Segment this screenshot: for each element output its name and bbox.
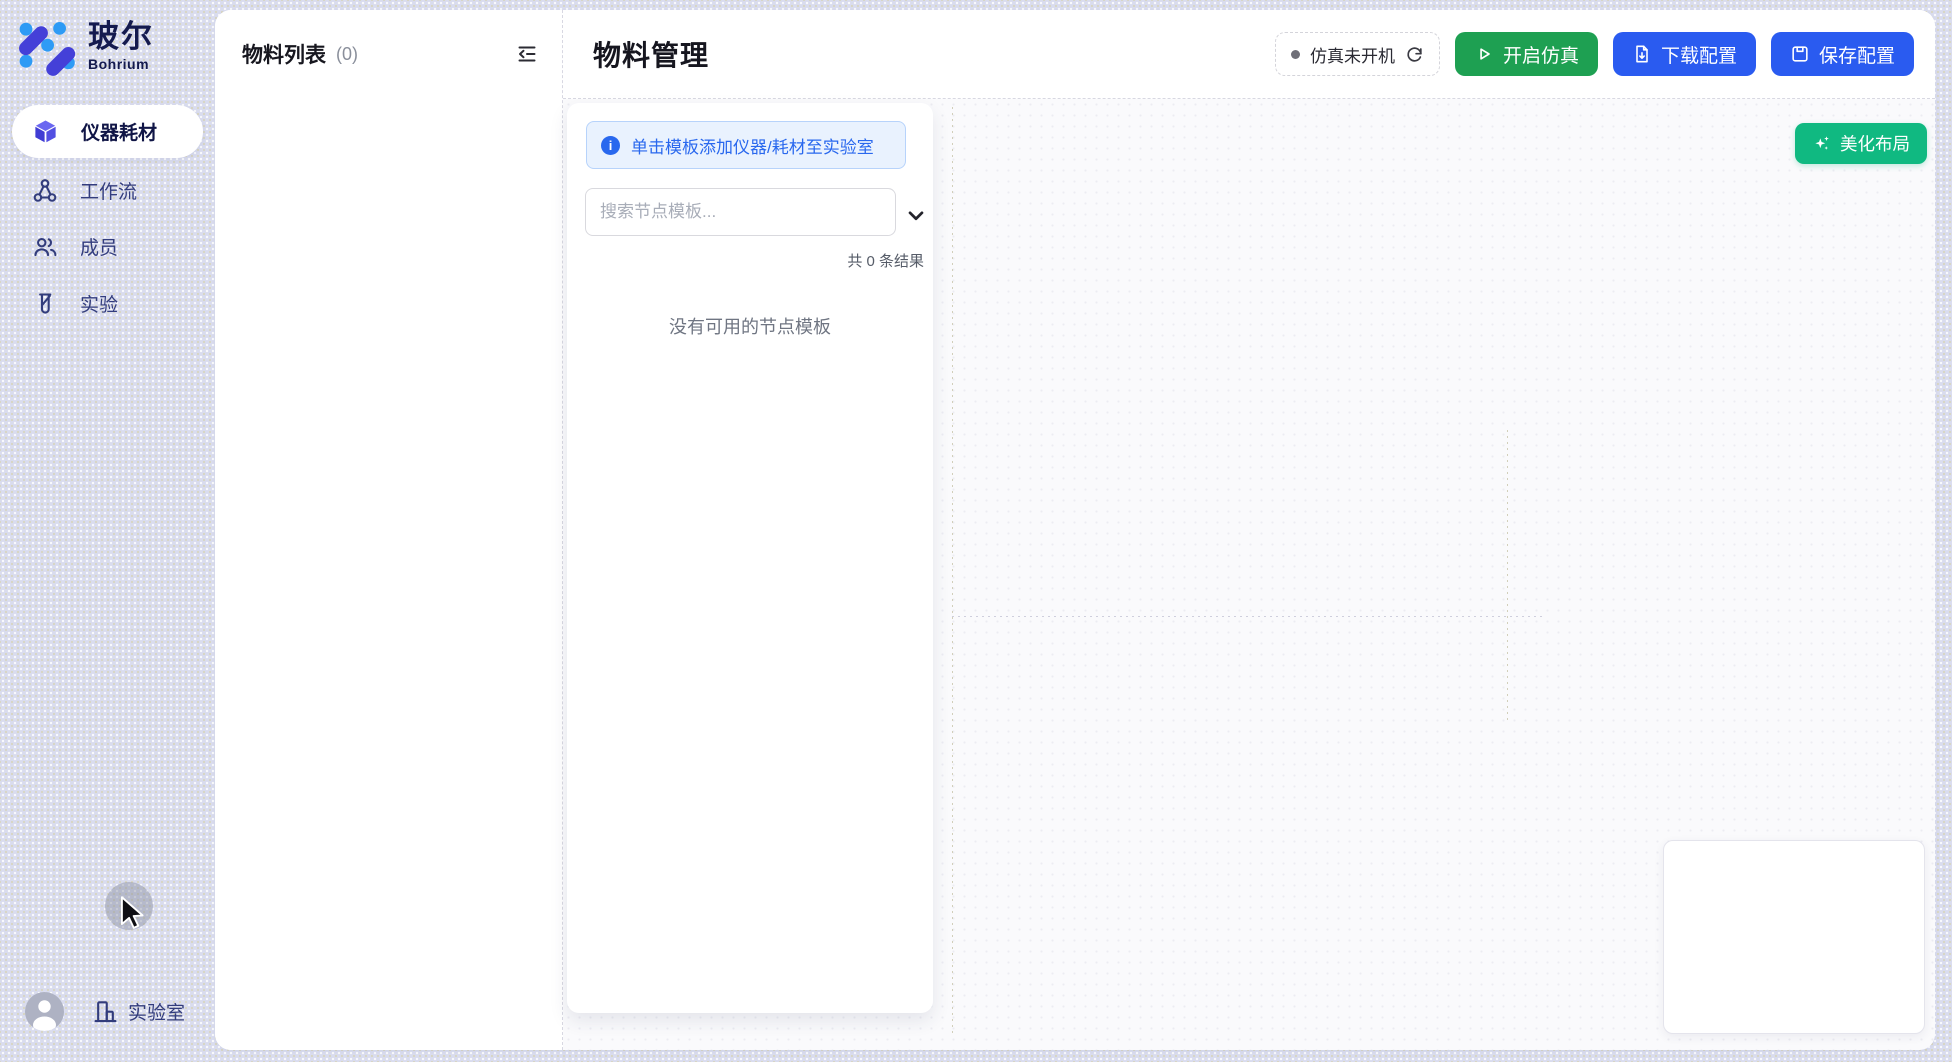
template-hint-text: 单击模板添加仪器/耗材至实验室 bbox=[631, 133, 874, 158]
page-header: 物料管理 仿真未开机 开启仿真 bbox=[563, 10, 1935, 98]
beautify-layout-button[interactable]: 美化布局 bbox=[1795, 123, 1927, 164]
template-hint-banner: i 单击模板添加仪器/耗材至实验室 bbox=[586, 121, 906, 169]
sparkles-icon bbox=[1812, 134, 1831, 153]
sidebar-item-members[interactable]: 成员 bbox=[12, 220, 203, 273]
beautify-layout-label: 美化布局 bbox=[1840, 131, 1910, 156]
brand-name: 玻尔 bbox=[88, 21, 154, 52]
empty-templates-text: 没有可用的节点模板 bbox=[567, 313, 933, 339]
canvas-guide-line bbox=[1507, 430, 1508, 724]
save-icon bbox=[1790, 44, 1810, 64]
bohrium-logo-icon bbox=[14, 16, 78, 76]
materials-panel-title: 物料列表 bbox=[242, 39, 326, 69]
sidebar-item-label: 实验 bbox=[80, 290, 118, 317]
refresh-icon[interactable] bbox=[1405, 45, 1424, 64]
template-search-input[interactable] bbox=[586, 189, 895, 235]
chevron-down-icon[interactable] bbox=[903, 203, 929, 229]
main-card: 物料列表 (0) 物料管理 仿真未开机 bbox=[215, 10, 1935, 1050]
sidebar-item-workflow[interactable]: 工作流 bbox=[12, 164, 203, 217]
sim-status-pill[interactable]: 仿真未开机 bbox=[1275, 32, 1440, 76]
lab-label: 实验室 bbox=[128, 998, 185, 1025]
info-icon: i bbox=[601, 136, 620, 155]
brand-logo: 玻尔 Bohrium bbox=[14, 16, 154, 76]
save-config-button[interactable]: 保存配置 bbox=[1771, 32, 1914, 76]
start-simulation-label: 开启仿真 bbox=[1503, 41, 1579, 68]
sidebar-item-experiments[interactable]: 实验 bbox=[12, 277, 203, 330]
sim-status-label: 仿真未开机 bbox=[1310, 42, 1395, 67]
sidebar-item-label: 工作流 bbox=[80, 177, 137, 204]
start-simulation-button[interactable]: 开启仿真 bbox=[1455, 32, 1598, 76]
user-avatar[interactable] bbox=[25, 992, 64, 1031]
building-icon bbox=[92, 998, 119, 1025]
sidebar-item-instruments[interactable]: 仪器耗材 bbox=[12, 105, 203, 158]
template-search-box bbox=[585, 188, 896, 236]
cube-icon bbox=[32, 118, 59, 145]
download-config-button[interactable]: 下载配置 bbox=[1613, 32, 1756, 76]
sidebar-item-label: 成员 bbox=[80, 233, 118, 260]
sidebar: 玻尔 Bohrium 仪器耗材 工作流 成员 实验 bbox=[0, 0, 215, 1062]
materials-panel: 物料列表 (0) bbox=[215, 10, 562, 1050]
workflow-icon bbox=[32, 178, 58, 204]
results-count: 共 0 条结果 bbox=[847, 250, 924, 271]
download-config-label: 下载配置 bbox=[1661, 41, 1737, 68]
canvas-guide-line bbox=[952, 616, 1542, 617]
sidebar-item-label: 仪器耗材 bbox=[81, 118, 157, 145]
save-config-label: 保存配置 bbox=[1819, 41, 1895, 68]
members-icon bbox=[32, 234, 58, 260]
node-template-panel: i 单击模板添加仪器/耗材至实验室 共 0 条结果 没有可用的节点模板 bbox=[567, 103, 933, 1013]
experiment-icon bbox=[32, 291, 58, 317]
collapse-panel-icon[interactable] bbox=[512, 39, 542, 69]
page-title: 物料管理 bbox=[593, 34, 709, 74]
play-icon bbox=[1474, 44, 1494, 64]
brand-subname: Bohrium bbox=[88, 57, 154, 71]
canvas-minimap[interactable] bbox=[1663, 840, 1925, 1034]
file-download-icon bbox=[1632, 44, 1652, 64]
flow-canvas[interactable]: i 单击模板添加仪器/耗材至实验室 共 0 条结果 没有可用的节点模板 美化布局 bbox=[563, 99, 1935, 1050]
status-dot bbox=[1291, 50, 1300, 59]
lab-switcher[interactable]: 实验室 bbox=[92, 998, 185, 1025]
canvas-guide-line bbox=[952, 107, 953, 1037]
materials-count: (0) bbox=[336, 44, 358, 65]
mouse-cursor bbox=[120, 896, 146, 930]
